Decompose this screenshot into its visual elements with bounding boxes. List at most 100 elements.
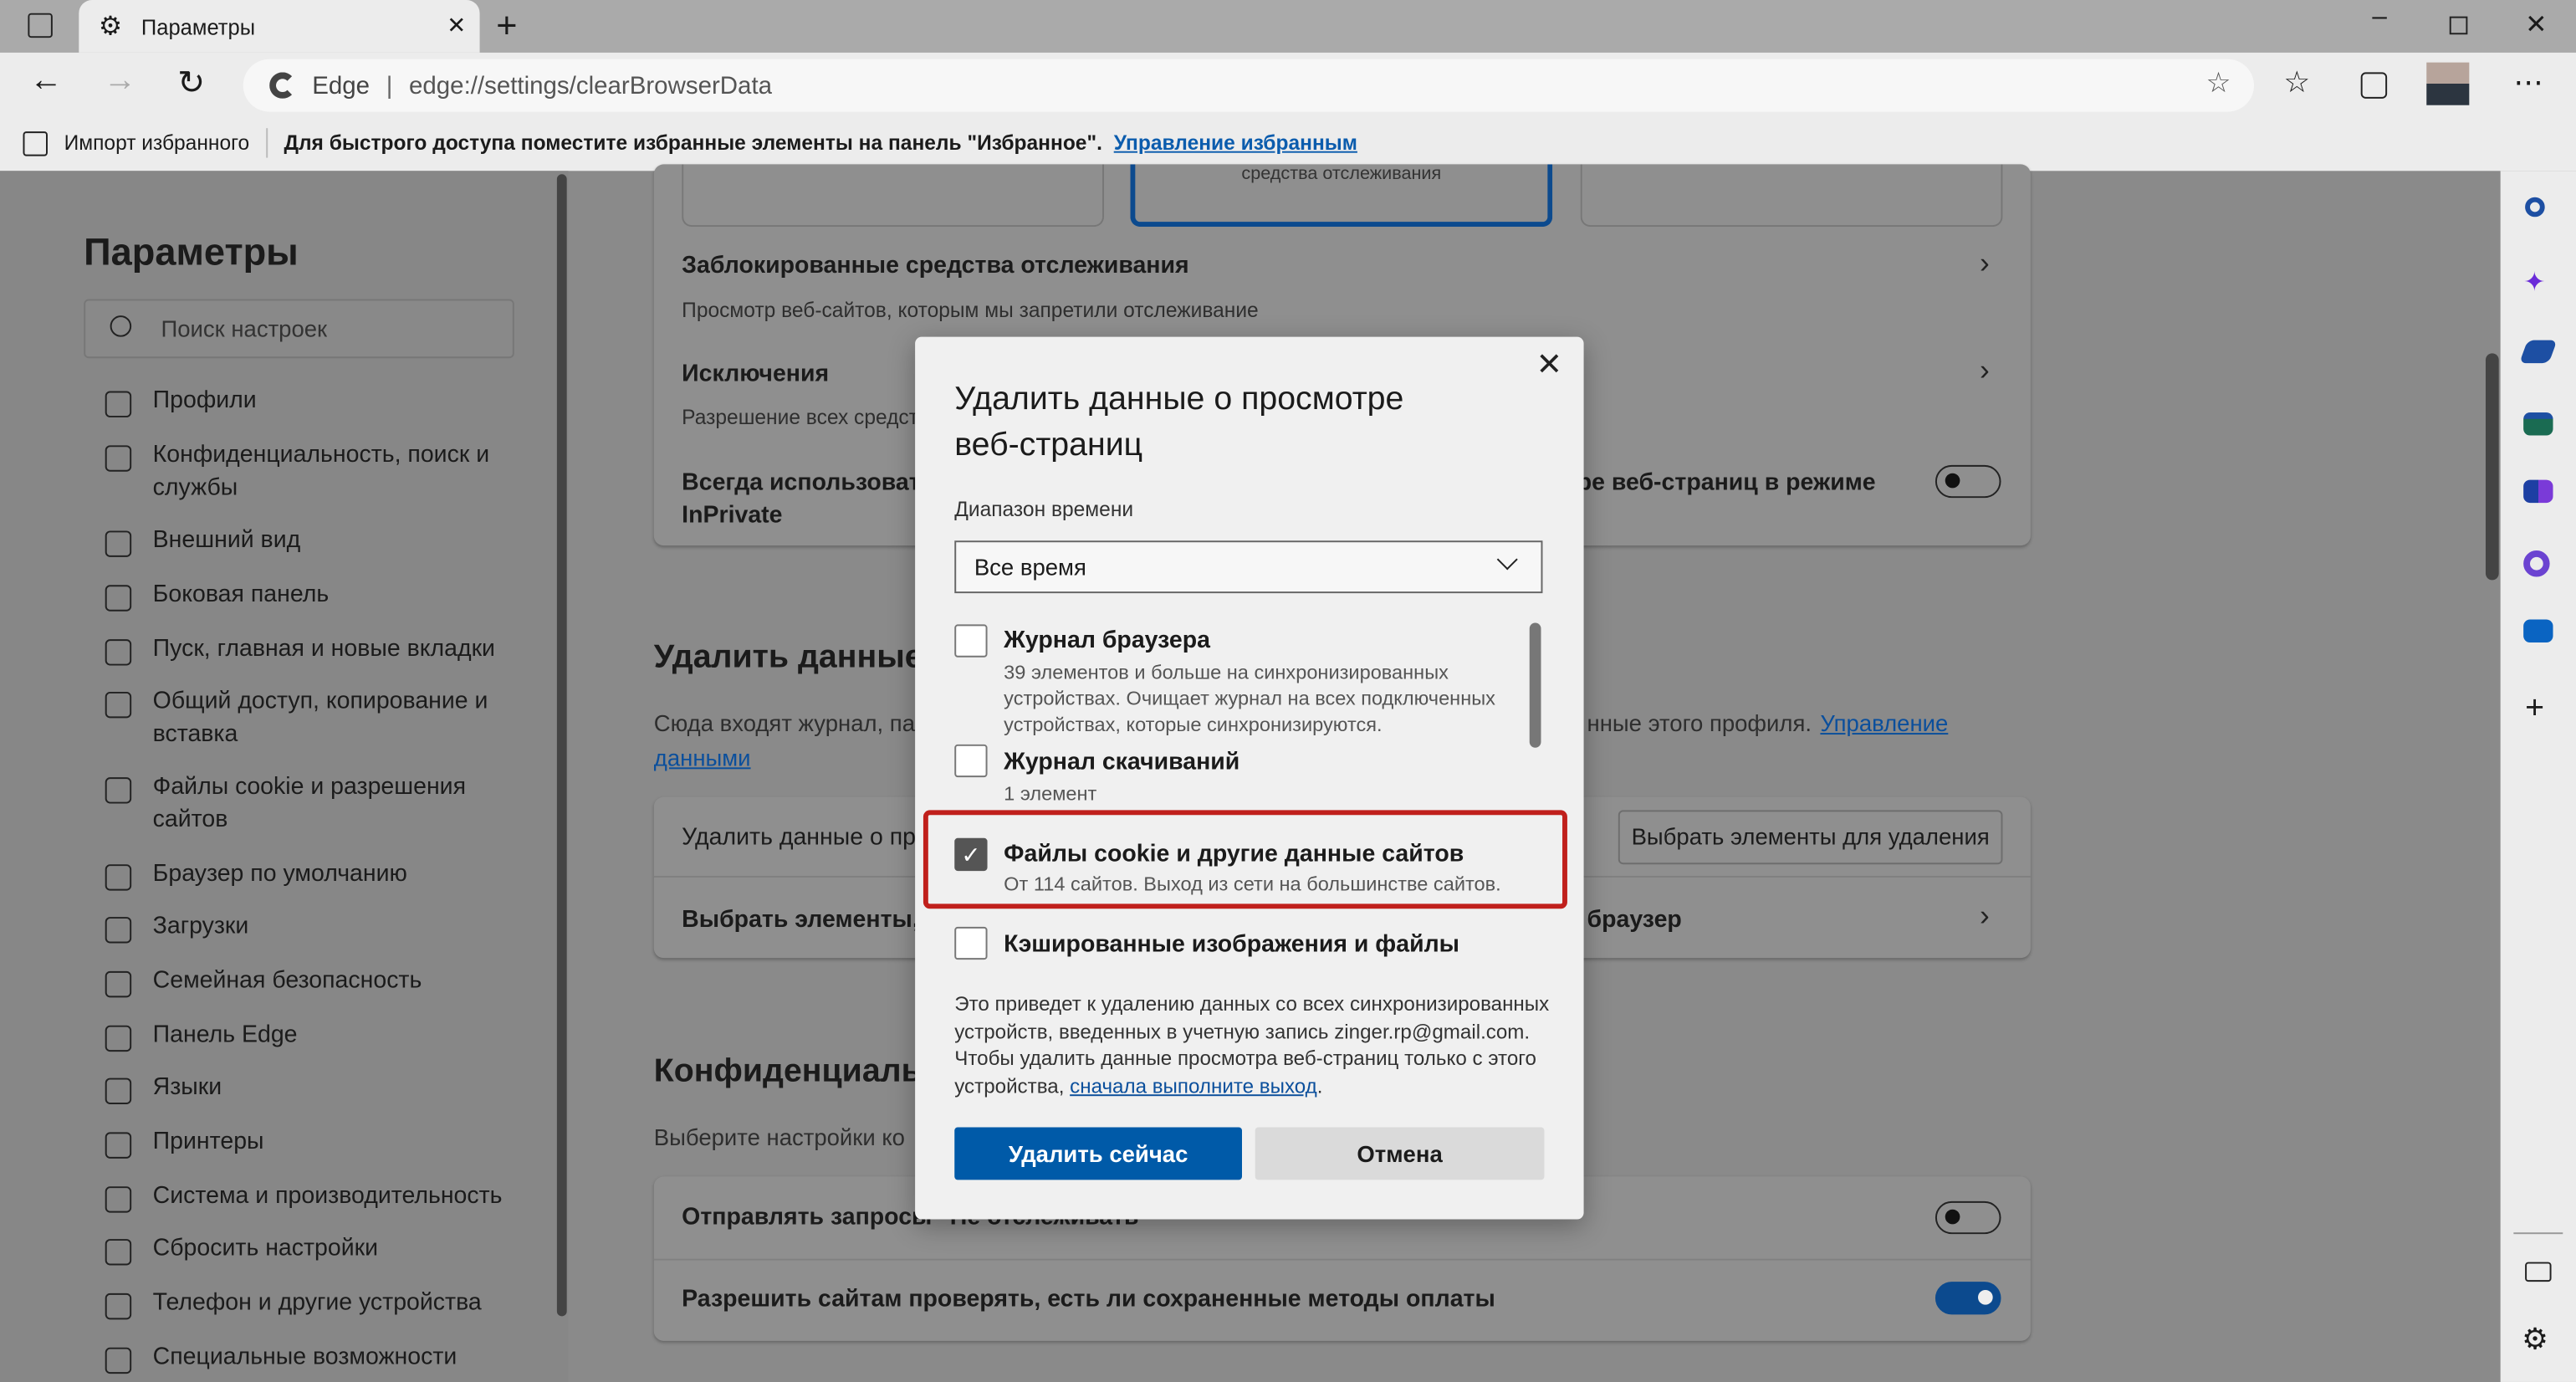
cancel-button[interactable]: Отмена bbox=[1255, 1127, 1545, 1180]
hide-sidebar-icon[interactable] bbox=[2525, 1262, 2552, 1282]
choose-items-label: Выбрать элементы для удаления bbox=[1631, 823, 1990, 850]
sidebar-item[interactable]: Языки bbox=[153, 1072, 547, 1104]
games-icon[interactable] bbox=[2523, 479, 2553, 504]
settings-search-input[interactable]: Поиск настроек bbox=[84, 299, 514, 359]
sidebar-item[interactable]: Сбросить настройки bbox=[153, 1232, 547, 1265]
manage-data-link-cont[interactable]: данными bbox=[654, 745, 751, 770]
tab-settings[interactable]: ⚙ Параметры ✕ bbox=[79, 0, 480, 53]
close-window-button[interactable]: ✕ bbox=[2525, 8, 2547, 41]
clear-data-desc: Сюда входят журнал, па bbox=[653, 709, 916, 737]
sidebar-item[interactable]: Браузер по умолчанию bbox=[153, 857, 547, 890]
choose-items-button[interactable]: Выбрать элементы для удаления bbox=[1618, 810, 2003, 865]
clear-data-dialog: ✕ Удалить данные о просмотре веб-страниц… bbox=[915, 336, 1584, 1220]
time-range-value: Все время bbox=[974, 553, 1086, 581]
sidebar-item[interactable]: Файлы cookie и разрешения сайтов bbox=[153, 770, 547, 837]
sidebar-item[interactable]: Система и производительность bbox=[153, 1180, 547, 1212]
copilot-icon[interactable]: ✦ bbox=[2523, 266, 2545, 299]
chevron-right-icon[interactable]: › bbox=[1980, 353, 1990, 387]
import-favorites-button[interactable]: Импорт избранного bbox=[64, 131, 250, 155]
sidebar-item-icon bbox=[105, 1025, 132, 1052]
privacy-heading: Конфиденциаль bbox=[653, 1053, 922, 1090]
favorites-icon[interactable]: ☆ bbox=[2283, 66, 2310, 100]
outlook-icon[interactable] bbox=[2523, 619, 2553, 643]
sidebar-item[interactable]: Загрузки bbox=[153, 910, 547, 943]
cookies-checkbox[interactable]: ✓ bbox=[954, 837, 988, 872]
sidebar-scrollbar[interactable] bbox=[556, 174, 567, 1317]
clear-now-button[interactable]: Удалить сейчас bbox=[954, 1127, 1243, 1180]
sidebar-settings-icon[interactable]: ⚙ bbox=[2522, 1323, 2548, 1357]
exceptions-title[interactable]: Исключения bbox=[682, 361, 829, 387]
manage-data-link[interactable]: Управление bbox=[1820, 710, 1948, 736]
refresh-button[interactable]: ↻ bbox=[177, 63, 205, 104]
sidebar-item-icon bbox=[105, 639, 132, 666]
forward-button[interactable]: → bbox=[104, 63, 136, 100]
cached-files-checkbox[interactable] bbox=[954, 926, 988, 960]
search-icon bbox=[110, 315, 132, 337]
main-scrollbar[interactable] bbox=[2485, 353, 2499, 581]
more-menu-icon[interactable]: ⋯ bbox=[2513, 66, 2543, 100]
new-tab-button[interactable]: + bbox=[496, 5, 517, 48]
add-favorite-icon[interactable]: ☆ bbox=[2206, 68, 2231, 100]
search-icon[interactable] bbox=[2525, 197, 2545, 218]
close-dialog-icon[interactable]: ✕ bbox=[1536, 346, 1562, 384]
sign-out-link[interactable]: сначала выполните выход bbox=[1070, 1074, 1317, 1098]
manage-favorites-link[interactable]: Управление избранным bbox=[1114, 131, 1357, 155]
browsing-history-checkbox[interactable] bbox=[954, 624, 988, 658]
download-history-desc: 1 элемент bbox=[1004, 782, 1097, 806]
sidebar-item[interactable]: Семейная безопасность bbox=[153, 965, 547, 997]
back-button[interactable]: ← bbox=[29, 63, 62, 100]
time-range-select[interactable]: Все время bbox=[954, 540, 1543, 594]
sidebar-item-icon bbox=[105, 777, 132, 804]
clear-data-desc-cont: нные этого профиля. bbox=[1587, 709, 1812, 737]
sidebar-divider bbox=[2513, 1232, 2563, 1235]
blocked-trackers-desc: Просмотр веб-сайтов, которым мы запретил… bbox=[682, 299, 1259, 323]
sidebar-item[interactable]: Профили bbox=[153, 385, 547, 417]
tracking-option-balanced[interactable]: средства отслеживания bbox=[1130, 164, 1553, 228]
add-sidebar-app-icon[interactable]: + bbox=[2525, 690, 2544, 728]
clear-on-close-label[interactable]: Выбрать элементы, к bbox=[682, 907, 938, 933]
sidebar-item[interactable]: Внешний вид bbox=[153, 525, 547, 557]
check-icon: ✓ bbox=[961, 841, 981, 868]
tracking-option-strict[interactable] bbox=[1580, 164, 2003, 228]
sidebar-item-icon bbox=[105, 917, 132, 944]
chevron-right-icon[interactable]: › bbox=[1980, 898, 1990, 933]
always-strict-title-line2: InPrivate bbox=[682, 503, 783, 530]
tab-actions-icon[interactable] bbox=[28, 13, 53, 38]
sidebar-item-icon bbox=[105, 1186, 132, 1213]
sidebar-item[interactable]: Общий доступ, копирование и вставка bbox=[153, 685, 547, 751]
sidebar-item[interactable]: Телефон и другие устройства bbox=[153, 1287, 547, 1319]
clear-data-heading: Удалить данные bbox=[653, 639, 923, 676]
sidebar-item[interactable]: Панель Edge bbox=[153, 1019, 547, 1052]
favorites-bar: Импорт избранного Для быстрого доступа п… bbox=[0, 115, 2576, 171]
sidebar-item[interactable]: Пуск, главная и новые вкладки bbox=[153, 632, 547, 665]
tracking-option-basic[interactable] bbox=[682, 164, 1105, 228]
cached-files-label: Кэшированные изображения и файлы bbox=[1004, 931, 1460, 959]
blocked-trackers-title[interactable]: Заблокированные средства отслеживания bbox=[682, 253, 1188, 279]
time-range-label: Диапазон времени bbox=[954, 498, 1134, 521]
chevron-right-icon[interactable]: › bbox=[1980, 247, 1990, 281]
options-scrollbar[interactable] bbox=[1529, 622, 1541, 748]
close-tab-icon[interactable]: ✕ bbox=[447, 12, 466, 39]
sidebar-item[interactable]: Конфиденциальность, поиск и службы bbox=[153, 438, 547, 504]
clear-on-close-label-cont: браузер bbox=[1587, 907, 1682, 934]
office-icon[interactable] bbox=[2523, 550, 2550, 577]
exceptions-desc: Разрешение всех средств bbox=[682, 406, 930, 429]
always-strict-title: Всегда использовать bbox=[682, 469, 936, 497]
profile-avatar[interactable] bbox=[2426, 62, 2470, 105]
sidebar-item[interactable]: Боковая панель bbox=[153, 578, 547, 611]
tools-icon[interactable] bbox=[2523, 412, 2553, 436]
sidebar-item[interactable]: Специальные возможности bbox=[153, 1341, 547, 1374]
sidebar-item[interactable]: Принтеры bbox=[153, 1126, 547, 1159]
dnt-toggle[interactable] bbox=[1935, 1200, 2001, 1235]
minimize-button[interactable]: – bbox=[2372, 3, 2386, 33]
collections-icon[interactable] bbox=[2360, 72, 2388, 99]
cancel-label: Отмена bbox=[1357, 1140, 1443, 1167]
always-strict-toggle[interactable] bbox=[1935, 464, 2001, 499]
browsing-history-desc: 39 элементов и больше на синхронизирован… bbox=[1004, 660, 1495, 737]
chevron-down-icon bbox=[1496, 549, 1518, 571]
download-history-checkbox[interactable] bbox=[954, 744, 988, 778]
restore-button[interactable] bbox=[2449, 16, 2468, 35]
address-bar[interactable]: Edge | edge://settings/clearBrowserData … bbox=[243, 59, 2255, 112]
payment-check-toggle[interactable] bbox=[1935, 1282, 2001, 1315]
cookies-label: Файлы cookie и другие данные сайтов bbox=[1004, 841, 1464, 868]
